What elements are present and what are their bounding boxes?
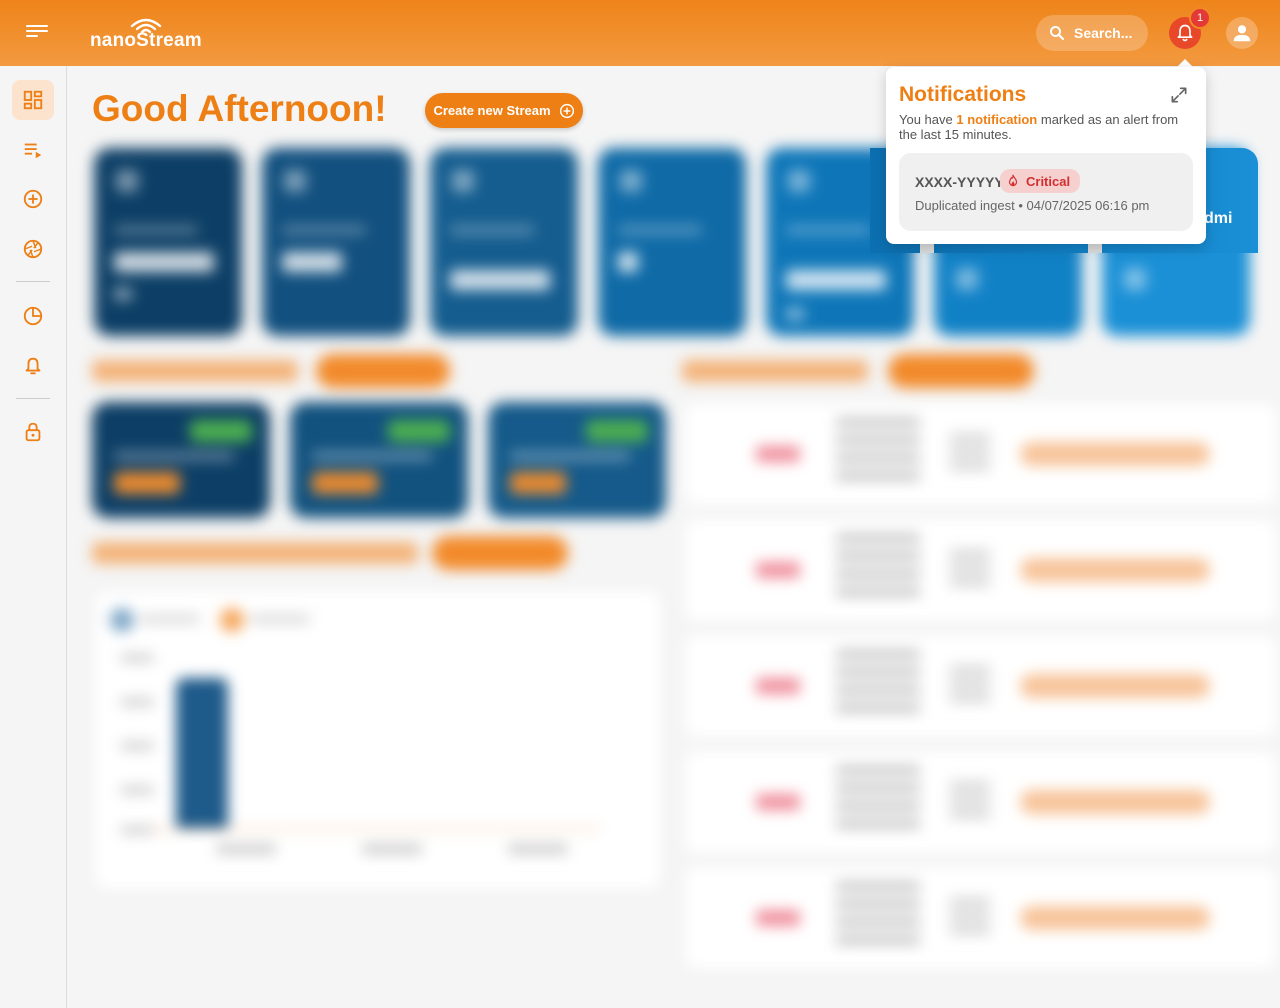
brand-logo[interactable]: nanoStream bbox=[90, 16, 205, 52]
search-icon bbox=[1050, 26, 1065, 41]
sidebar bbox=[0, 66, 67, 1008]
sidebar-item-dashboard[interactable] bbox=[12, 80, 54, 120]
sidebar-item-analytics[interactable] bbox=[12, 296, 54, 336]
section-button bbox=[432, 536, 568, 570]
section-title bbox=[92, 542, 418, 564]
sidebar-item-security[interactable] bbox=[12, 412, 54, 452]
add-circle-icon bbox=[23, 189, 43, 209]
top-bar: nanoStream 1 bbox=[0, 0, 1280, 66]
section-title bbox=[682, 360, 868, 382]
stat-card bbox=[262, 148, 410, 336]
bell-icon bbox=[25, 357, 41, 375]
sidebar-item-alerts[interactable] bbox=[12, 346, 54, 386]
dashboard-icon bbox=[23, 90, 43, 110]
expand-icon[interactable] bbox=[1169, 85, 1189, 105]
stat-card bbox=[598, 148, 746, 336]
notifications-title: Notifications bbox=[899, 83, 1027, 106]
usage-card bbox=[92, 402, 270, 518]
user-icon bbox=[1233, 25, 1251, 42]
section-button bbox=[316, 354, 450, 388]
stream-row bbox=[686, 752, 1276, 852]
section-title bbox=[92, 360, 298, 382]
severity-badge: Critical bbox=[1000, 169, 1081, 193]
pie-chart-icon bbox=[23, 306, 43, 326]
section-button bbox=[888, 354, 1034, 388]
notifications-summary: You have 1 notification marked as an ale… bbox=[899, 112, 1179, 142]
lock-icon bbox=[25, 422, 41, 442]
sidebar-divider bbox=[16, 398, 50, 399]
page-title: Good Afternoon! bbox=[92, 88, 387, 129]
stream-row bbox=[686, 868, 1276, 968]
notifications-panel: Notifications You have 1 notification ma… bbox=[886, 67, 1206, 244]
fire-icon bbox=[1008, 174, 1018, 187]
brand-name: nanoStream bbox=[90, 30, 202, 51]
create-stream-button[interactable]: Create new Stream bbox=[425, 93, 583, 128]
search-box[interactable] bbox=[1036, 15, 1148, 51]
stream-row bbox=[686, 404, 1276, 504]
sidebar-item-stream-list[interactable] bbox=[12, 130, 54, 170]
notification-description: Duplicated ingest • 04/07/2025 06:16 pm bbox=[915, 198, 1150, 213]
notification-id: XXXX-YYYYY bbox=[915, 174, 1004, 190]
partial-card-text: dmi bbox=[1204, 210, 1233, 227]
user-avatar-button[interactable] bbox=[1226, 17, 1258, 49]
playlist-icon bbox=[24, 143, 42, 159]
popover-caret bbox=[1177, 59, 1193, 67]
dashboard-blurred-content bbox=[80, 132, 1280, 1008]
shutter-icon bbox=[23, 239, 43, 259]
usage-chart-card bbox=[96, 592, 660, 888]
add-circle-icon bbox=[559, 103, 574, 118]
search-input[interactable] bbox=[1074, 25, 1138, 41]
create-stream-label: Create new Stream bbox=[433, 103, 551, 118]
stream-row bbox=[686, 636, 1276, 736]
notification-item[interactable]: XXXX-YYYYY Critical Duplicated ingest • … bbox=[899, 153, 1193, 231]
sidebar-item-create[interactable] bbox=[12, 179, 54, 219]
usage-card bbox=[290, 402, 468, 518]
menu-icon[interactable] bbox=[26, 22, 48, 44]
severity-label: Critical bbox=[1026, 173, 1071, 189]
stat-card bbox=[94, 148, 242, 336]
usage-card bbox=[488, 402, 666, 518]
stat-card bbox=[430, 148, 578, 336]
notification-count-badge: 1 bbox=[1189, 7, 1211, 29]
sidebar-divider bbox=[16, 281, 50, 282]
sidebar-item-broadcast[interactable] bbox=[12, 229, 54, 269]
notification-count-highlight: 1 notification bbox=[956, 112, 1038, 127]
stream-row bbox=[686, 520, 1276, 620]
